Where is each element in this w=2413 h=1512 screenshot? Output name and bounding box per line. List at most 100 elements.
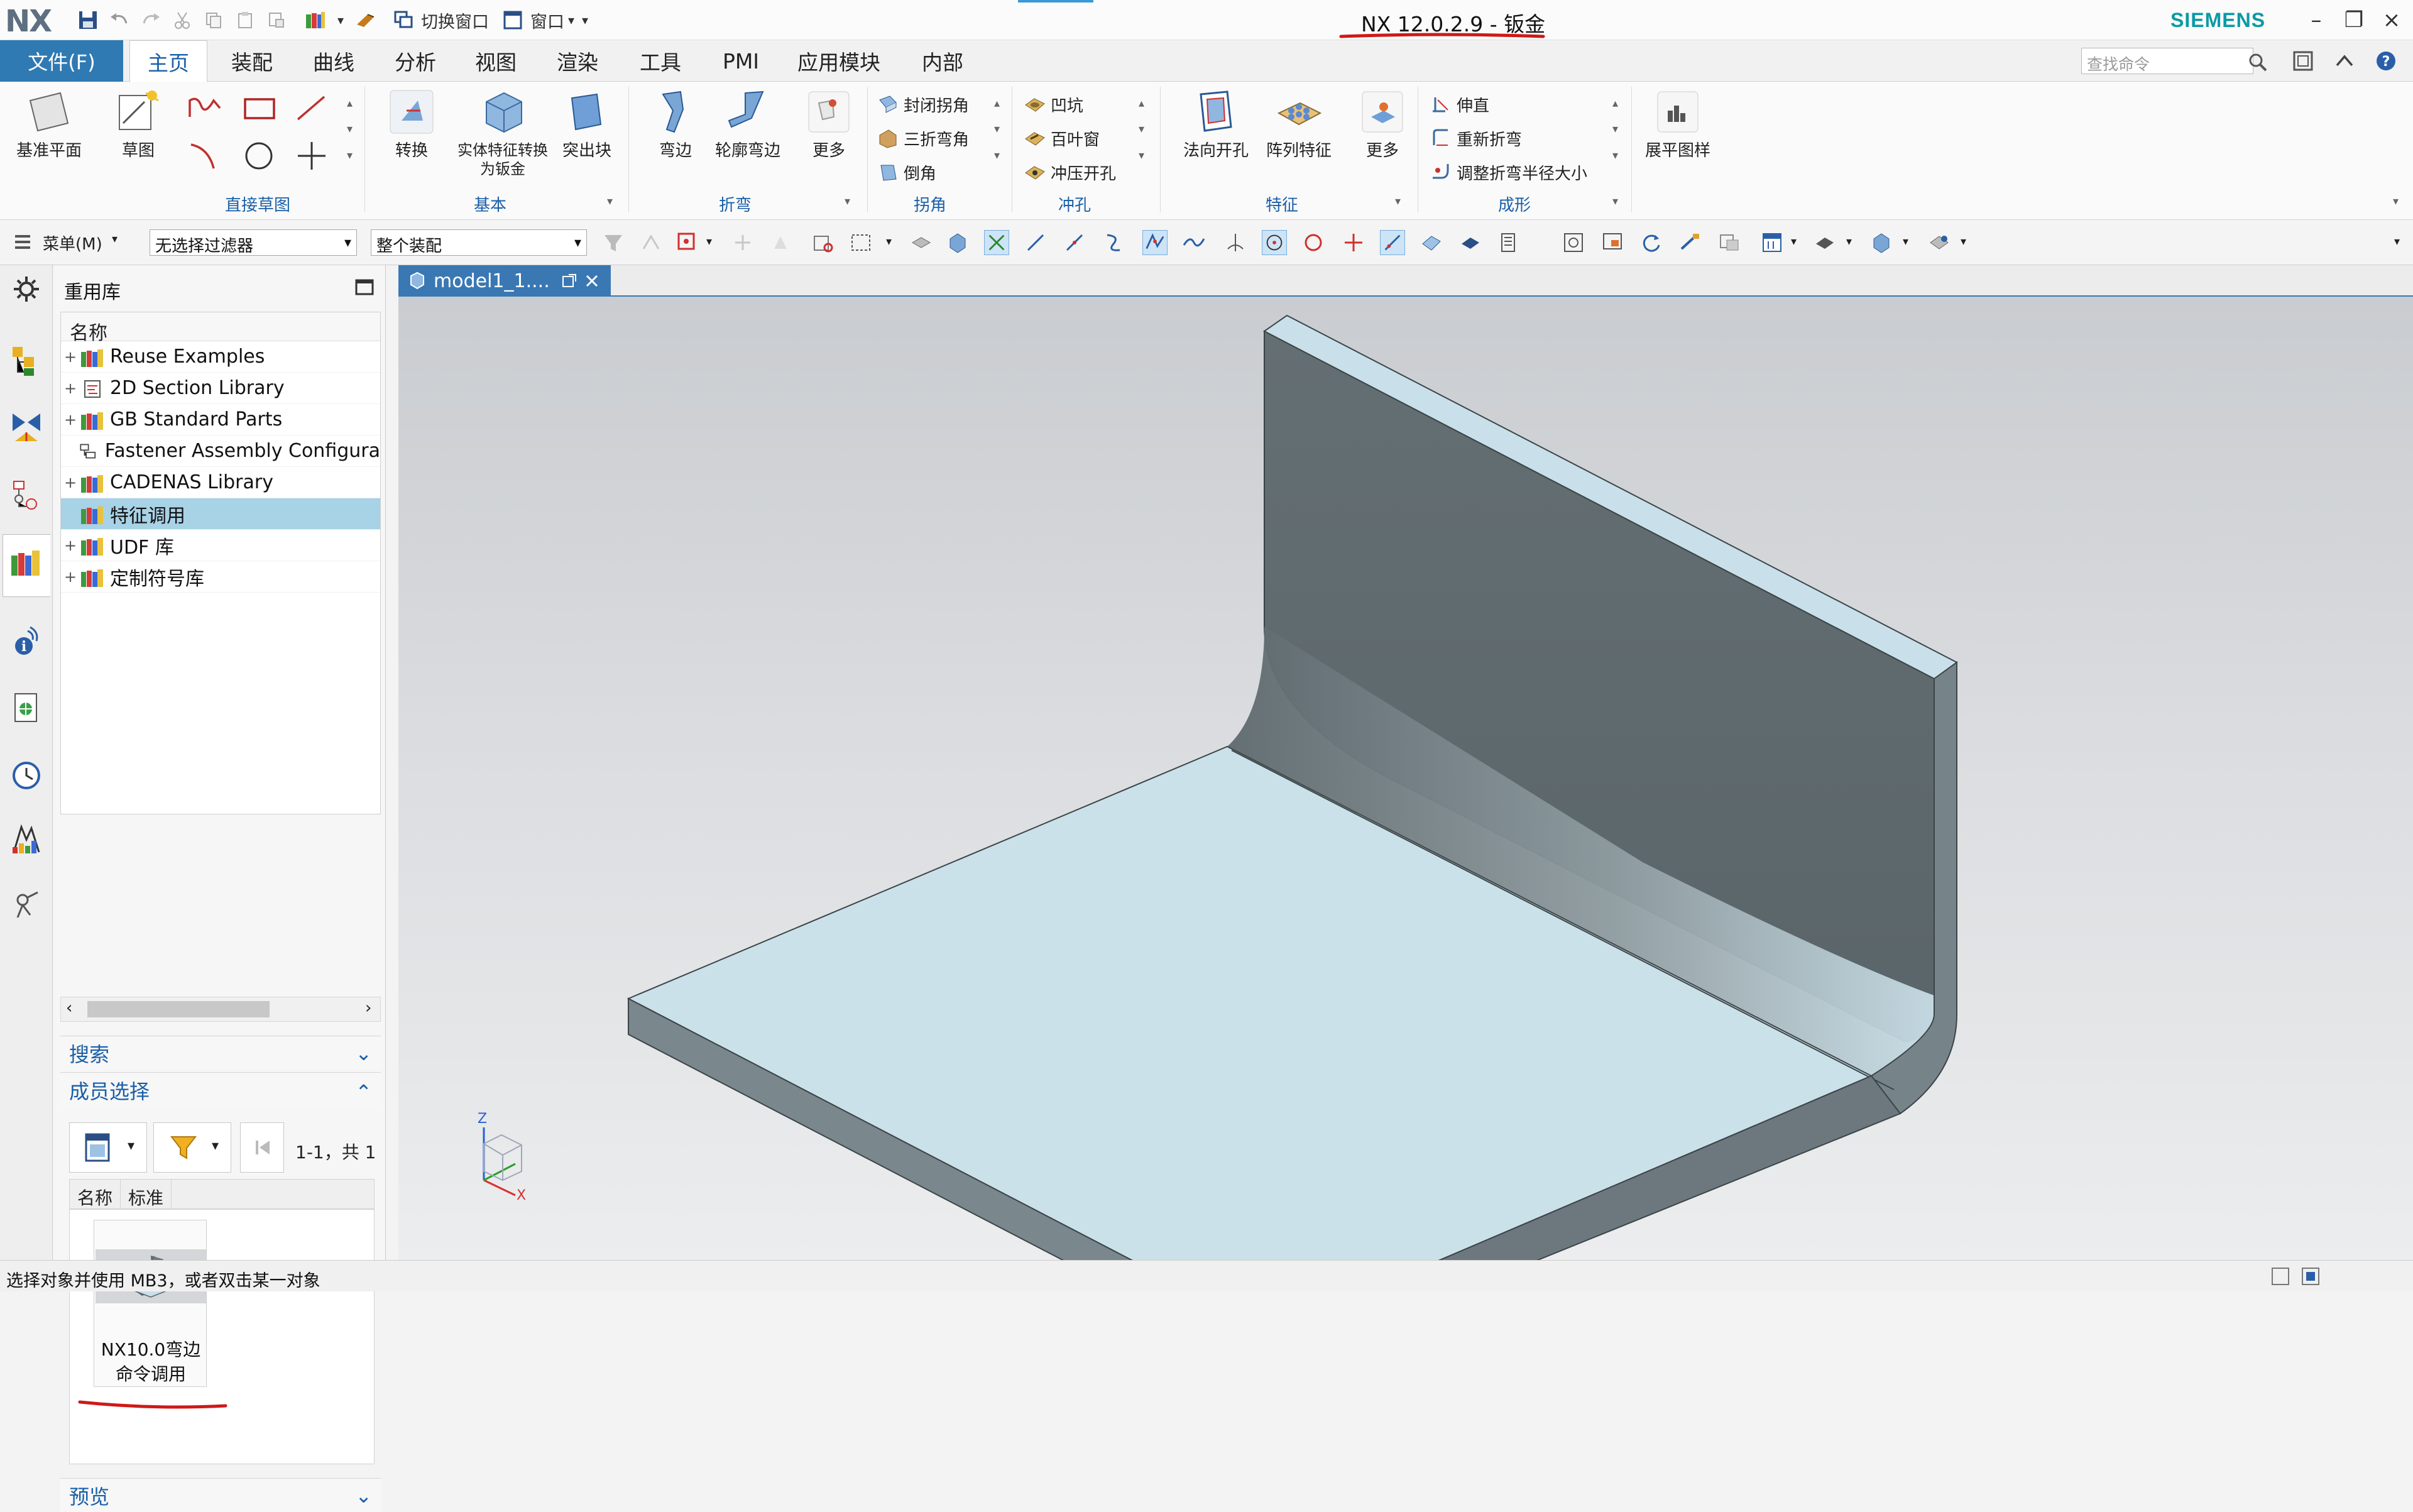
expand-icon[interactable]: + (61, 474, 80, 491)
dropdown-icon[interactable]: ▾ (333, 6, 348, 34)
selection-intent-icon[interactable] (638, 230, 664, 255)
selection-scope-dropdown[interactable]: 整个装配 ▾ (371, 229, 587, 256)
close-tab-icon[interactable] (584, 273, 600, 289)
copy-icon[interactable] (200, 6, 227, 34)
general-filter-icon[interactable] (601, 230, 626, 255)
touch-mode-icon[interactable] (352, 6, 380, 34)
orient-dropdown-icon[interactable]: ▾ (1791, 235, 1797, 248)
expand-icon[interactable]: + (61, 411, 80, 429)
snap-point-icon[interactable] (675, 230, 700, 255)
tab-home[interactable]: 主页 (129, 40, 207, 82)
maximize-panel-icon[interactable] (354, 278, 375, 297)
tab-assembly[interactable]: 装配 (214, 40, 290, 82)
flange-button[interactable]: 弯边 (641, 88, 710, 162)
pan-icon[interactable] (1678, 230, 1703, 255)
control-point-icon[interactable] (1101, 230, 1126, 255)
select-feature-icon[interactable] (730, 230, 755, 255)
tree-node[interactable]: Fastener Assembly Configura (61, 436, 380, 467)
contour-flange-button[interactable]: 轮廓弯边 (710, 88, 785, 162)
undo-icon[interactable] (106, 6, 133, 34)
expand-icon[interactable]: + (61, 380, 80, 397)
tab-analysis[interactable]: 分析 (377, 40, 454, 82)
tree-node[interactable]: + 2D Section Library (61, 373, 380, 404)
menu-icon[interactable] (14, 233, 36, 253)
profile-icon[interactable] (186, 93, 224, 123)
normal-cutout-button[interactable]: 法向开孔 (1175, 88, 1257, 162)
customize-qa-icon[interactable]: ▾ (582, 13, 588, 28)
snap-grid-icon[interactable] (984, 230, 1009, 255)
endpoint-icon[interactable] (1023, 230, 1048, 255)
search-icon[interactable] (2247, 52, 2268, 73)
orient-view-icon[interactable] (1759, 230, 1785, 255)
expand-icon[interactable]: + (61, 568, 80, 586)
full-screen-icon[interactable] (2291, 49, 2315, 73)
window-menu-label[interactable]: 窗口 (530, 8, 564, 33)
tree-node[interactable]: + Reuse Examples (61, 341, 380, 373)
direct-sketch-scroll[interactable]: ▴ ▾ ▾ (347, 90, 353, 168)
filter-button[interactable]: ▾ (153, 1122, 231, 1173)
system-materials-icon[interactable] (9, 822, 44, 857)
member-column-standard[interactable]: 标准 (121, 1180, 172, 1208)
hd3d-tools-icon[interactable]: i (9, 623, 44, 659)
arc-center-icon[interactable] (1262, 230, 1287, 255)
graphics-window[interactable]: Z X (398, 297, 2413, 1260)
zoom-icon[interactable] (1600, 230, 1625, 255)
punch-scroll[interactable]: ▴ ▾ ▾ (1139, 90, 1144, 168)
help-icon[interactable]: ? (2374, 49, 2398, 73)
process-studio-icon[interactable] (9, 887, 44, 923)
more-bend-button[interactable]: 更多 (794, 88, 863, 162)
closed-corner-button[interactable]: 封闭拐角 (877, 89, 969, 119)
rectangle-icon[interactable] (241, 94, 279, 123)
render-style-icon[interactable] (1812, 230, 1837, 255)
arc-icon[interactable] (186, 138, 224, 173)
expand-icon[interactable]: + (61, 537, 80, 554)
layer-icon[interactable] (1496, 230, 1521, 255)
more-feature-button[interactable]: 更多 (1351, 88, 1414, 162)
close-button[interactable]: × (2373, 6, 2410, 34)
tree-node[interactable]: + GB Standard Parts (61, 404, 380, 436)
clip-section-icon[interactable] (1717, 230, 1742, 255)
cut-icon[interactable] (168, 6, 196, 34)
tree-node[interactable]: + 定制符号库 (61, 561, 380, 593)
face-select-icon[interactable] (909, 230, 934, 255)
sketch-button[interactable]: 草图 (107, 88, 170, 162)
tangent-icon[interactable] (1223, 230, 1248, 255)
rebend-button[interactable]: 重新折弯 (1430, 123, 1522, 153)
shaded-dropdown-icon[interactable]: ▾ (1903, 235, 1908, 248)
menu-button[interactable]: 菜单(M) (43, 231, 102, 255)
settings-gear-icon[interactable] (9, 271, 44, 307)
point-icon[interactable] (294, 138, 329, 173)
tab-pmi[interactable]: PMI (703, 40, 779, 82)
chamfer-button[interactable]: 倒角 (877, 157, 936, 187)
undock-icon[interactable] (561, 273, 577, 289)
assembly-navigator-icon[interactable] (9, 343, 44, 378)
status-fit-icon[interactable] (2270, 1266, 2291, 1287)
tab-file[interactable]: 文件(F) (0, 40, 123, 82)
snap-dropdown-icon[interactable]: ▾ (706, 235, 712, 248)
form-group-dropdown[interactable]: ▾ (1612, 195, 1618, 208)
tab-internal[interactable]: 内部 (899, 40, 987, 82)
first-page-button[interactable] (240, 1122, 284, 1173)
search-section-header[interactable]: 搜索 ⌄ (60, 1036, 381, 1070)
corner-scroll[interactable]: ▴ ▾ ▾ (994, 90, 1000, 168)
paste-special-icon[interactable] (263, 6, 290, 34)
view-type-button[interactable]: ▾ (69, 1122, 147, 1173)
tab-tools[interactable]: 工具 (622, 40, 699, 82)
member-item[interactable]: NX10.0弯边命令调用 (94, 1220, 207, 1387)
basic-group-dropdown[interactable]: ▾ (607, 195, 613, 208)
switch-window-icon[interactable] (390, 6, 417, 34)
select-body-icon[interactable] (768, 230, 793, 255)
unbend-button[interactable]: 伸直 (1430, 89, 1489, 119)
quadrant-point-icon[interactable] (1301, 230, 1326, 255)
select-dropdown-icon[interactable]: ▾ (886, 235, 892, 248)
show-hide-dropdown-icon[interactable]: ▾ (1961, 235, 1966, 248)
scroll-right-icon[interactable]: › (365, 999, 371, 1017)
web-browser-icon[interactable] (9, 690, 44, 725)
part-navigator-icon[interactable] (9, 476, 44, 512)
ribbon-options-icon[interactable]: ▾ (2393, 195, 2399, 208)
toolbar-options-icon[interactable]: ▾ (2394, 235, 2400, 248)
three-bend-corner-button[interactable]: 三折弯角 (877, 123, 969, 153)
form-scroll[interactable]: ▴ ▾ ▾ (1612, 90, 1618, 168)
command-search-input[interactable]: 查找命令 (2081, 48, 2253, 74)
paste-icon[interactable] (231, 6, 259, 34)
